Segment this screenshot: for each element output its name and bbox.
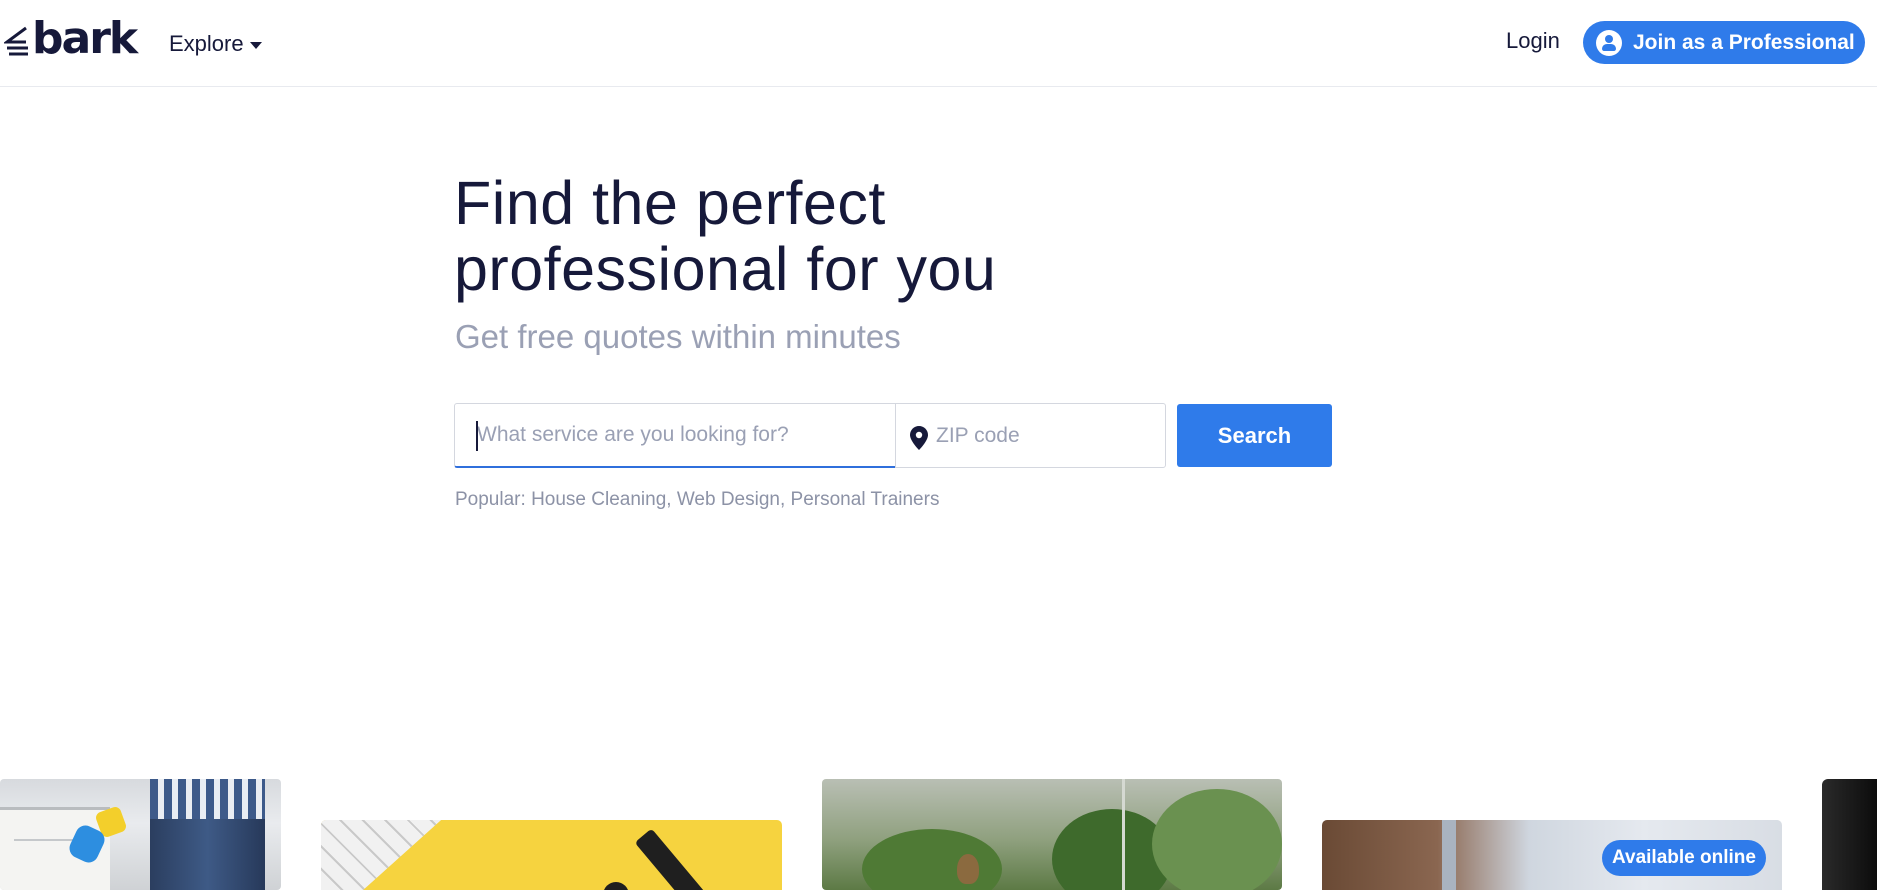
available-online-badge: Available online [1602,840,1766,876]
popular-link-web-design[interactable]: Web Design [677,489,780,511]
plant-foliage [1152,789,1282,890]
text-cursor [476,421,478,451]
hero-title-line-2: professional for you [454,235,997,303]
object-shape [603,882,629,890]
explore-menu[interactable]: Explore [169,30,262,58]
popular-searches: Popular: House Cleaning, Web Design, Per… [455,489,940,511]
pen-image-part [634,828,710,890]
login-link[interactable]: Login [1506,28,1560,54]
top-navigation-bar: bark Explore Login Join as a Professiona… [0,0,1877,87]
map-pin-icon [910,426,928,450]
category-card-house-cleaning[interactable] [0,779,281,890]
bark-logo[interactable]: bark [4,13,138,64]
zip-code-input[interactable] [936,405,1156,466]
hero-subtitle: Get free quotes within minutes [455,318,901,355]
explore-label: Explore [169,31,244,56]
logo-wordmark: bark [32,13,138,64]
search-button[interactable]: Search [1177,404,1332,467]
popular-link-house-cleaning[interactable]: House Cleaning [531,489,666,511]
bark-logo-mark-icon [4,26,28,56]
keyboard-image-part [321,820,441,890]
hero-title-line-1: Find the perfect [454,169,886,237]
user-icon [1596,29,1622,56]
image-detail [1442,820,1456,890]
category-card-web-design[interactable] [321,820,782,890]
service-search-input[interactable] [454,403,896,468]
bird-figure [957,854,979,884]
chevron-down-icon [249,42,262,49]
hero-title: Find the perfect professional for you [454,170,1154,302]
window-frame [1122,779,1125,890]
join-as-professional-button[interactable]: Join as a Professional [1583,21,1865,64]
category-card-partial[interactable] [1822,779,1877,890]
plaid-shirt [150,779,265,819]
popular-link-personal-trainers[interactable]: Personal Trainers [791,489,940,511]
zip-code-field[interactable] [895,403,1166,468]
plant-foliage [862,829,1002,890]
popular-prefix: Popular: [455,489,526,510]
category-card-gardening[interactable] [822,779,1282,890]
join-button-label: Join as a Professional [1633,30,1855,54]
